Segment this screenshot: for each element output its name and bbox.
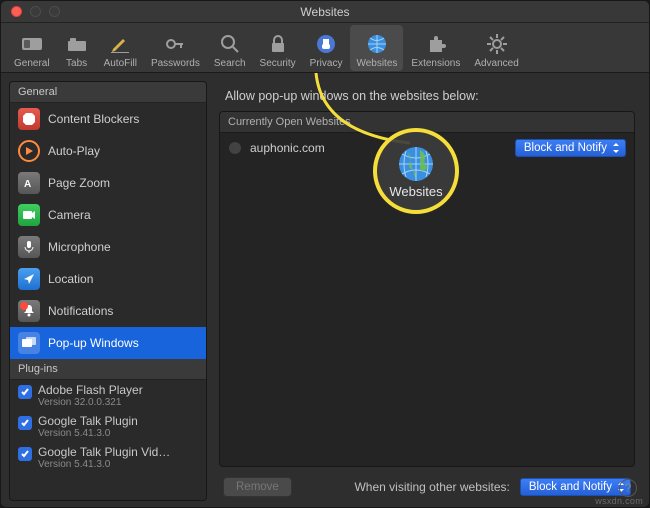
panel-header: Currently Open Websites xyxy=(220,112,634,133)
footer-label: When visiting other websites: xyxy=(354,480,509,494)
tab-autofill[interactable]: AutoFill xyxy=(98,25,143,71)
window-title: Websites xyxy=(1,5,649,19)
search-icon xyxy=(217,31,243,57)
tab-search[interactable]: Search xyxy=(208,25,252,71)
tab-general[interactable]: General xyxy=(8,25,56,71)
sidebar-section-general: General xyxy=(10,82,206,103)
camera-icon xyxy=(18,204,40,226)
hand-icon xyxy=(313,31,339,57)
plugin-item-google-talk-video[interactable]: Google Talk Plugin Vid… Version 5.41.3.0 xyxy=(10,442,206,473)
zoom-icon: A xyxy=(18,172,40,194)
sidebar-item-camera[interactable]: Camera xyxy=(10,199,206,231)
key-icon xyxy=(162,31,188,57)
plugin-item-flash[interactable]: Adobe Flash Player Version 32.0.0.321 xyxy=(10,380,206,411)
checkbox-icon[interactable] xyxy=(18,416,32,430)
remove-button[interactable]: Remove xyxy=(223,477,292,497)
tab-advanced[interactable]: Advanced xyxy=(468,25,524,71)
site-globe-icon xyxy=(228,141,242,155)
sidebar-item-content-blockers[interactable]: Content Blockers xyxy=(10,103,206,135)
tabs-icon xyxy=(64,31,90,57)
sidebar-item-notifications[interactable]: Notifications xyxy=(10,295,206,327)
watermark: wsxdn.com xyxy=(595,496,643,506)
stop-icon xyxy=(18,108,40,130)
preferences-toolbar: General Tabs AutoFill Passwords Search xyxy=(1,23,649,73)
checkbox-icon[interactable] xyxy=(18,447,32,461)
website-row[interactable]: auphonic.com Block and Notify xyxy=(220,133,634,163)
sidebar-item-page-zoom[interactable]: A Page Zoom xyxy=(10,167,206,199)
bell-icon xyxy=(18,300,40,322)
windows-icon xyxy=(18,332,40,354)
default-policy-select[interactable]: Block and Notify xyxy=(520,478,631,496)
sidebar-item-popup-windows[interactable]: Pop-up Windows xyxy=(10,327,206,359)
sidebar-item-location[interactable]: Location xyxy=(10,263,206,295)
puzzle-icon xyxy=(423,31,449,57)
websites-panel: Currently Open Websites auphonic.com Blo… xyxy=(219,111,635,467)
footer-bar: Remove When visiting other websites: Blo… xyxy=(219,467,635,501)
play-icon xyxy=(18,140,40,162)
preferences-window: Websites General Tabs AutoFill Passwords xyxy=(0,0,650,508)
help-button[interactable]: ? xyxy=(619,479,637,497)
sidebar: General Content Blockers Auto-Play A Pag… xyxy=(9,81,207,501)
sidebar-section-plugins: Plug-ins xyxy=(10,359,206,380)
tab-passwords[interactable]: Passwords xyxy=(145,25,206,71)
notification-badge xyxy=(20,302,28,310)
site-name: auphonic.com xyxy=(250,141,507,155)
checkbox-icon[interactable] xyxy=(18,385,32,399)
titlebar: Websites xyxy=(1,1,649,23)
main-heading: Allow pop-up windows on the websites bel… xyxy=(225,89,635,103)
plugin-item-google-talk[interactable]: Google Talk Plugin Version 5.41.3.0 xyxy=(10,411,206,442)
main-panel: Allow pop-up windows on the websites bel… xyxy=(211,73,649,508)
tab-security[interactable]: Security xyxy=(254,25,302,71)
svg-text:A: A xyxy=(24,179,31,190)
tab-websites[interactable]: Websites xyxy=(350,25,403,71)
sidebar-item-auto-play[interactable]: Auto-Play xyxy=(10,135,206,167)
tab-privacy[interactable]: Privacy xyxy=(304,25,349,71)
lock-icon xyxy=(265,31,291,57)
tab-tabs[interactable]: Tabs xyxy=(58,25,96,71)
switch-icon xyxy=(19,31,45,57)
pencil-icon xyxy=(107,31,133,57)
content-area: General Content Blockers Auto-Play A Pag… xyxy=(1,73,649,508)
globe-icon xyxy=(364,31,390,57)
tab-extensions[interactable]: Extensions xyxy=(405,25,466,71)
microphone-icon xyxy=(18,236,40,258)
policy-select[interactable]: Block and Notify xyxy=(515,139,626,157)
location-icon xyxy=(18,268,40,290)
gear-icon xyxy=(484,31,510,57)
sidebar-item-microphone[interactable]: Microphone xyxy=(10,231,206,263)
